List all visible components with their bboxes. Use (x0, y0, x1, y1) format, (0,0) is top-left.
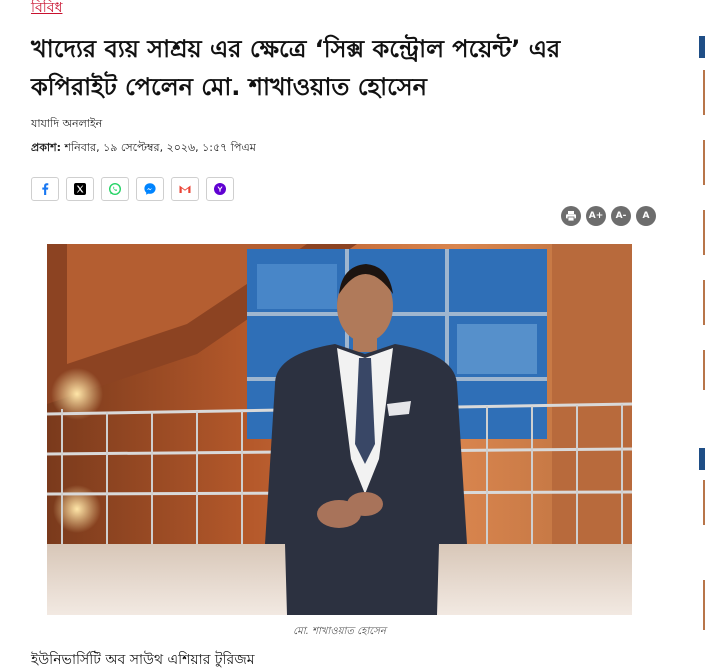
article-photo (47, 244, 632, 615)
article-headline: খাদ্যের ব্যয় সাশ্রয় এর ক্ষেত্রে ‘সিক্স… (31, 35, 561, 101)
article-tools: A+ A- A (561, 206, 656, 226)
facebook-icon (42, 183, 49, 195)
publish-date: প্রকাশ: শনিবার, ১৯ সেপ্টেম্বর, ২০২৬, ১:৫… (31, 139, 256, 158)
category-link[interactable]: বিবিধ (31, 0, 62, 16)
x-icon (74, 183, 86, 195)
increase-font-button[interactable]: A+ (586, 206, 606, 226)
gmail-share-button[interactable] (171, 177, 199, 201)
whatsapp-icon (108, 182, 122, 196)
messenger-icon (144, 183, 156, 195)
article-body: ইউনিভার্সিটি অব সাউথ এশিয়ার টুরিজম (31, 652, 255, 668)
publish-date-label: প্রকাশ: (31, 141, 62, 154)
facebook-share-button[interactable] (31, 177, 59, 201)
whatsapp-share-button[interactable] (101, 177, 129, 201)
share-bar (31, 177, 234, 201)
yahoo-share-button[interactable] (206, 177, 234, 201)
decrease-font-button[interactable]: A- (611, 206, 631, 226)
publish-date-value: শনিবার, ১৯ সেপ্টেম্বর, ২০২৬, ১:৫৭ পিএম (64, 141, 256, 154)
messenger-share-button[interactable] (136, 177, 164, 201)
x-share-button[interactable] (66, 177, 94, 201)
yahoo-icon (214, 183, 226, 195)
reset-font-button[interactable]: A (636, 206, 656, 226)
sidebar-section-marker (699, 36, 705, 58)
print-icon (566, 211, 576, 222)
sidebar-section-marker (699, 448, 705, 470)
photo-caption: মো. শাখাওয়াত হোসেন (293, 626, 386, 637)
gmail-icon (179, 185, 191, 193)
author-name: যাযাদি অনলাইন (31, 117, 103, 130)
print-button[interactable] (561, 206, 581, 226)
